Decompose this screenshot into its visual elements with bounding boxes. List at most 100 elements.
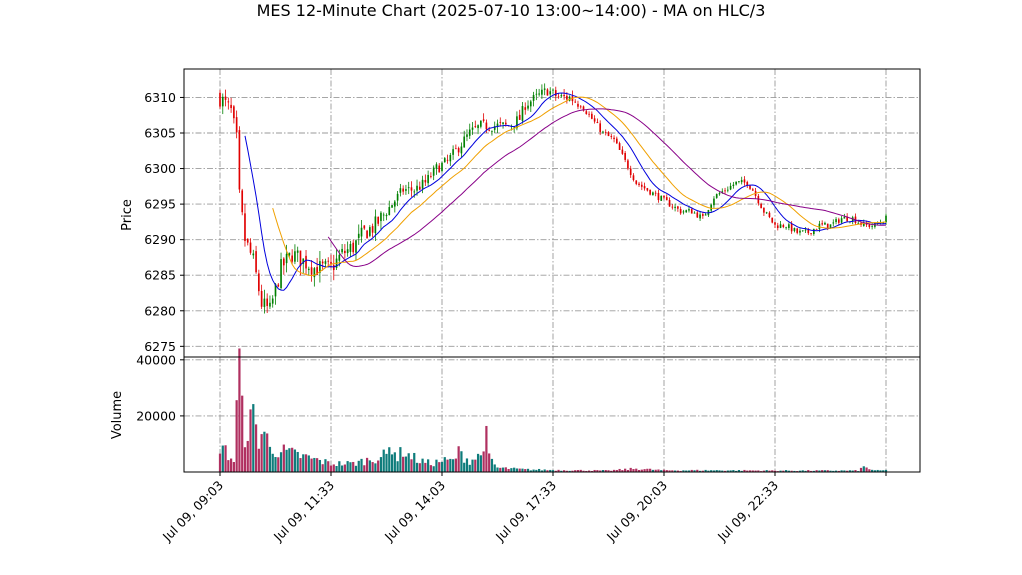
volume-bar: [338, 461, 341, 472]
candle-body: [219, 92, 221, 107]
candle-body: [471, 127, 474, 130]
candle-body: [690, 209, 693, 214]
volume-bar: [329, 465, 333, 472]
candle-body: [602, 131, 604, 133]
volume-bar: [340, 465, 344, 472]
candle-body: [704, 214, 707, 216]
volume-bar: [293, 449, 297, 472]
volume-bar: [229, 458, 233, 472]
candle-body: [291, 255, 293, 262]
candle-body: [785, 227, 787, 229]
candle-body: [729, 185, 732, 190]
volume-bar: [321, 464, 324, 472]
candle-body: [224, 96, 227, 100]
volume-bar: [224, 445, 227, 472]
candle-body: [330, 262, 332, 264]
candle-body: [813, 229, 815, 235]
volume-bar: [349, 462, 352, 472]
candle-body: [482, 119, 485, 121]
candle-body: [696, 212, 699, 218]
candle-body: [296, 250, 299, 253]
volume-bar: [443, 457, 446, 472]
candle-body: [221, 96, 224, 107]
candle-body: [646, 188, 649, 191]
volume-bar: [435, 459, 438, 472]
candle-body: [671, 206, 674, 208]
candle-body: [593, 118, 596, 122]
volume-bar: [354, 465, 358, 472]
candle-body: [702, 214, 704, 216]
candle-body: [832, 222, 835, 224]
volume-bar: [629, 467, 632, 472]
x-tick-label: Jul 09, 09:03: [159, 478, 226, 545]
candle-body: [857, 222, 860, 224]
volume-bar: [277, 457, 280, 472]
candle-body: [588, 113, 590, 115]
price-tick-label: 6285: [144, 268, 176, 283]
candle-body: [579, 106, 582, 108]
volume-bar: [388, 447, 391, 472]
volume-bar: [238, 348, 241, 472]
candle-body: [466, 134, 468, 137]
volume-bar: [371, 462, 374, 472]
price-tick-label: 6300: [144, 161, 176, 176]
candle-body: [654, 192, 657, 194]
candle-body: [294, 251, 296, 262]
candle-body: [591, 113, 593, 119]
candle-body: [771, 217, 774, 223]
candle-body: [566, 95, 568, 100]
candle-body: [235, 117, 238, 133]
candle-body: [460, 146, 463, 154]
volume-panel: 20000 40000 Volume: [110, 348, 921, 473]
candle-body: [324, 261, 327, 264]
candle-body: [518, 114, 521, 120]
price-grid: [184, 69, 920, 357]
candle-body: [663, 195, 665, 198]
candle-body: [801, 230, 804, 232]
candle-body: [527, 105, 529, 109]
volume-bar: [402, 456, 405, 472]
candle-body: [635, 180, 638, 184]
candle-body: [452, 149, 454, 155]
candle-body: [377, 216, 380, 224]
volume-bar: [454, 458, 457, 472]
candle-body: [640, 184, 643, 187]
candle-body: [380, 212, 382, 222]
volume-bar: [324, 459, 327, 472]
candle-body: [255, 251, 257, 273]
candle-body: [313, 268, 316, 278]
x-tick-label: Jul 09, 11:33: [270, 478, 337, 545]
volume-bar: [862, 466, 865, 472]
candle-body: [418, 186, 421, 190]
volume-bar: [432, 466, 435, 472]
candle-body: [868, 224, 871, 227]
volume-bar: [332, 464, 335, 472]
volume-bar: [310, 458, 313, 472]
candle-body: [280, 259, 282, 289]
volume-bar: [465, 458, 469, 472]
candle-body: [246, 238, 249, 243]
volume-bar: [390, 454, 394, 472]
candle-body: [352, 242, 355, 253]
candle-body: [782, 224, 785, 228]
candle-body: [269, 302, 271, 307]
candle-body: [305, 255, 307, 269]
volume-bar: [396, 461, 399, 472]
candle-body: [821, 223, 824, 225]
candle-body: [532, 95, 535, 101]
candle-body: [344, 250, 346, 254]
candle-body: [871, 225, 873, 227]
candle-body: [657, 192, 660, 201]
price-tick-label: 6295: [144, 197, 176, 212]
volume-bar: [357, 460, 360, 472]
candle-body: [749, 185, 751, 189]
candle-body: [685, 210, 688, 213]
x-tick-label: Jul 09, 14:03: [381, 478, 448, 545]
candle-body: [410, 187, 413, 191]
candle-body: [788, 224, 790, 228]
price-tick-label: 6305: [144, 126, 176, 141]
candle-body: [585, 111, 588, 115]
candle-body: [699, 214, 701, 219]
candle-body: [258, 273, 260, 292]
candle-body: [599, 123, 602, 132]
